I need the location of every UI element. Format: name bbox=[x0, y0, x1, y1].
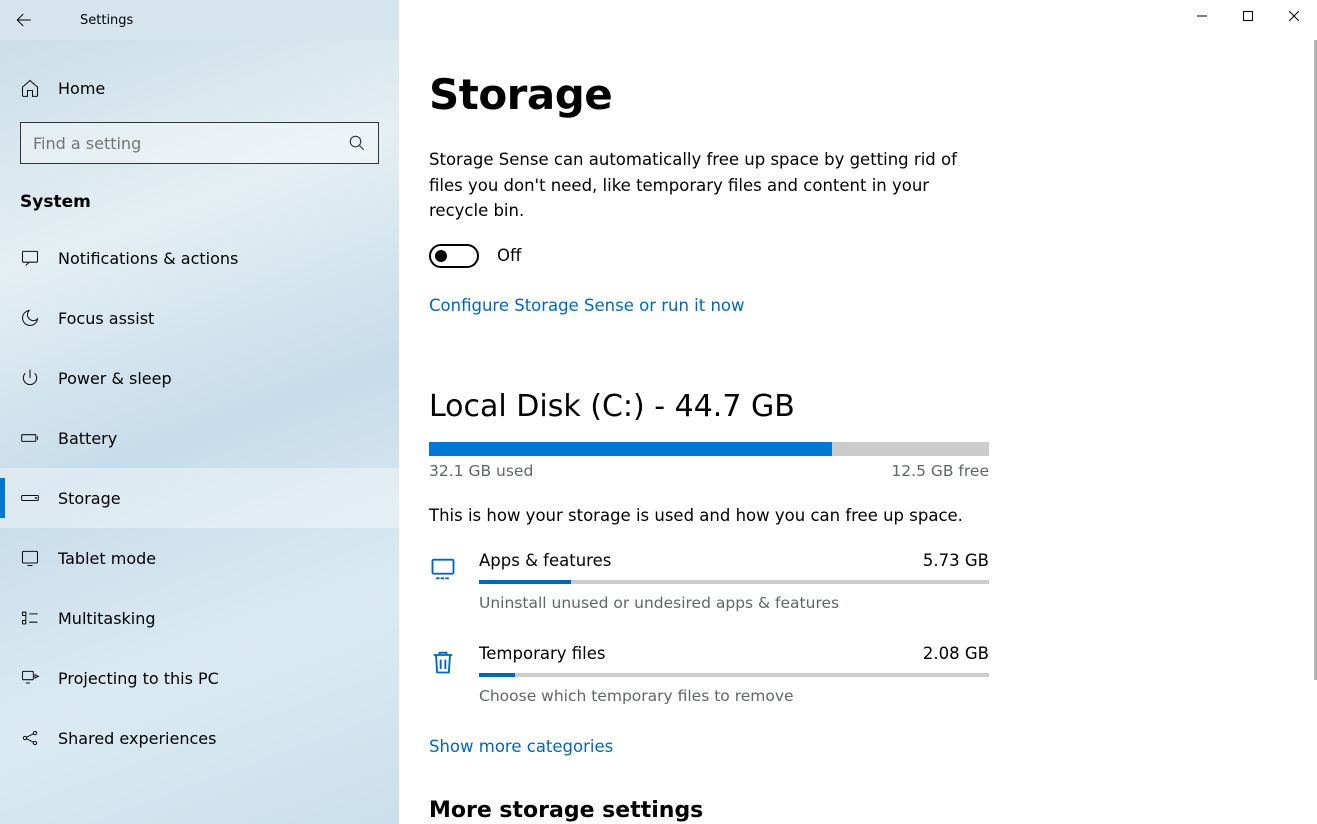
storage-category-temp-files[interactable]: Temporary files 2.08 GB Choose which tempo… bbox=[429, 644, 989, 705]
sidebar-section-label: System bbox=[0, 184, 399, 228]
sidebar-item-shared-experiences[interactable]: Shared experiences bbox=[0, 708, 399, 768]
category-bar bbox=[479, 580, 989, 584]
sidebar-item-label: Multitasking bbox=[58, 609, 156, 628]
window-controls bbox=[1179, 0, 1317, 32]
share-icon bbox=[20, 728, 40, 748]
storage-intro: This is how your storage is used and how… bbox=[429, 506, 1287, 525]
disk-usage-bar-fill bbox=[429, 442, 832, 456]
sidebar: Home System Notifications & actions Focus… bbox=[0, 40, 399, 824]
disk-free-label: 12.5 GB free bbox=[891, 462, 989, 480]
storage-sense-description: Storage Sense can automatically free up … bbox=[429, 147, 989, 224]
category-size: 5.73 GB bbox=[923, 551, 989, 570]
toggle-state-label: Off bbox=[497, 246, 521, 265]
disk-heading: Local Disk (C:) - 44.7 GB bbox=[429, 389, 1287, 424]
category-hint: Uninstall unused or undesired apps & fea… bbox=[479, 594, 989, 612]
sidebar-home[interactable]: Home bbox=[0, 66, 399, 110]
sidebar-item-notifications[interactable]: Notifications & actions bbox=[0, 228, 399, 288]
disk-used-label: 32.1 GB used bbox=[429, 462, 533, 480]
configure-storage-sense-link[interactable]: Configure Storage Sense or run it now bbox=[429, 296, 745, 315]
category-hint: Choose which temporary files to remove bbox=[479, 687, 989, 705]
timeline-icon bbox=[20, 608, 40, 628]
storage-sense-toggle[interactable] bbox=[429, 244, 479, 268]
sidebar-item-label: Storage bbox=[58, 489, 121, 508]
sidebar-item-label: Power & sleep bbox=[58, 369, 172, 388]
sidebar-item-label: Notifications & actions bbox=[58, 249, 238, 268]
sidebar-item-projecting[interactable]: Projecting to this PC bbox=[0, 648, 399, 708]
minimize-button[interactable] bbox=[1179, 0, 1225, 32]
tablet-icon bbox=[20, 548, 40, 568]
maximize-icon bbox=[1243, 11, 1253, 21]
disk-usage-bar bbox=[429, 442, 989, 456]
close-button[interactable] bbox=[1271, 0, 1317, 32]
project-icon bbox=[20, 668, 40, 688]
category-size: 2.08 GB bbox=[923, 644, 989, 663]
maximize-button[interactable] bbox=[1225, 0, 1271, 32]
trash-icon bbox=[429, 644, 457, 705]
sidebar-item-storage[interactable]: Storage bbox=[0, 468, 399, 528]
close-icon bbox=[1289, 11, 1299, 21]
search-box[interactable] bbox=[20, 122, 379, 164]
category-name: Apps & features bbox=[479, 551, 611, 570]
home-icon bbox=[20, 78, 40, 98]
moon-icon bbox=[20, 308, 40, 328]
minimize-icon bbox=[1197, 11, 1207, 21]
sidebar-item-power-sleep[interactable]: Power & sleep bbox=[0, 348, 399, 408]
category-name: Temporary files bbox=[479, 644, 605, 663]
more-storage-heading: More storage settings bbox=[429, 798, 1287, 823]
titlebar: Settings bbox=[0, 0, 1317, 40]
show-more-categories-link[interactable]: Show more categories bbox=[429, 737, 613, 756]
message-icon bbox=[20, 248, 40, 268]
sidebar-item-focus-assist[interactable]: Focus assist bbox=[0, 288, 399, 348]
storage-category-apps-features[interactable]: Apps & features 5.73 GB Uninstall unused o… bbox=[429, 551, 989, 612]
sidebar-item-label: Battery bbox=[58, 429, 117, 448]
sidebar-item-battery[interactable]: Battery bbox=[0, 408, 399, 468]
battery-icon bbox=[20, 428, 40, 448]
category-bar bbox=[479, 673, 989, 677]
apps-icon bbox=[429, 551, 457, 612]
back-button[interactable] bbox=[0, 0, 48, 40]
back-arrow-icon bbox=[15, 11, 33, 29]
sidebar-item-label: Tablet mode bbox=[58, 549, 156, 568]
sidebar-item-label: Shared experiences bbox=[58, 729, 216, 748]
page-title: Storage bbox=[429, 70, 1287, 119]
window-title: Settings bbox=[48, 13, 133, 28]
sidebar-item-multitasking[interactable]: Multitasking bbox=[0, 588, 399, 648]
sidebar-item-tablet-mode[interactable]: Tablet mode bbox=[0, 528, 399, 588]
sidebar-item-label: Projecting to this PC bbox=[58, 669, 219, 688]
drive-icon bbox=[20, 488, 40, 508]
power-icon bbox=[20, 368, 40, 388]
sidebar-home-label: Home bbox=[58, 79, 105, 98]
search-icon bbox=[348, 134, 366, 152]
search-input[interactable] bbox=[33, 134, 348, 153]
content-area: Storage Storage Sense can automatically … bbox=[399, 40, 1317, 824]
sidebar-item-label: Focus assist bbox=[58, 309, 154, 328]
